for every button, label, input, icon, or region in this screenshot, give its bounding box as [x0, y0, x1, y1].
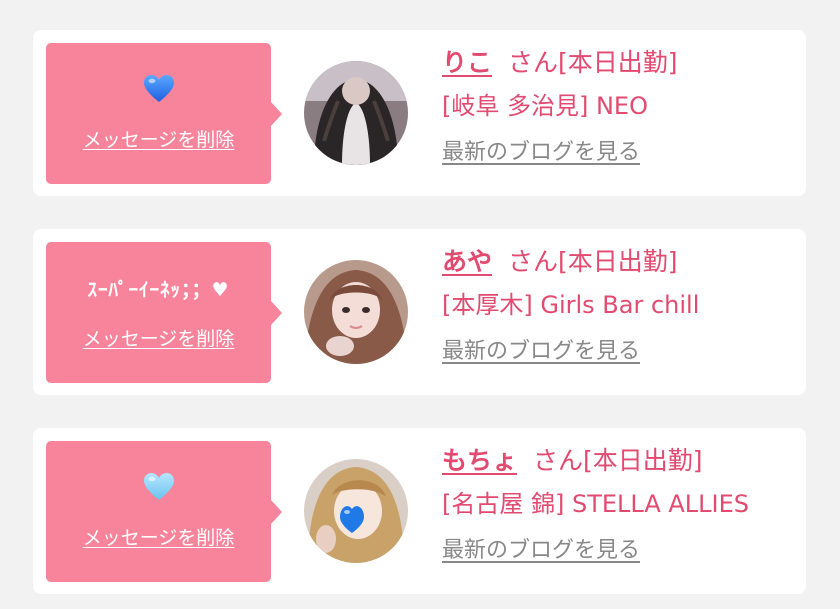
shop-name: [名古屋 錦] STELLA ALLIES [442, 490, 750, 518]
cast-info: りこ さん[本日出勤] [岐阜 多治見] NEO 最新のブログを見る [442, 45, 796, 168]
light-blue-heart-icon [143, 473, 174, 500]
message-content: ｽｰﾊﾟｰｲｰﾈｯ；；♥ [87, 278, 230, 301]
name-line: あや さん[本日出勤] [442, 244, 796, 280]
message-content [46, 471, 271, 503]
name-line: りこ さん[本日出勤] [442, 45, 796, 81]
blue-heart-icon [143, 75, 174, 102]
name-suffix: さん[本日出勤] [508, 48, 678, 77]
shop-name: [岐阜 多治見] NEO [442, 92, 648, 120]
avatar[interactable] [304, 459, 408, 563]
message-card: メッセージを削除 りこ さん[本日出勤] [岐阜 多治見] NEO 最新のブログを… [33, 30, 806, 196]
name-suffix: さん[本日出勤] [508, 247, 678, 276]
message-bubble: メッセージを削除 [46, 441, 282, 582]
delete-message-link[interactable]: メッセージを削除 [46, 523, 271, 550]
message-card: メッセージを削除 もちょ さん[本日出勤] [名古屋 錦] STELLA ALLI… [33, 428, 806, 594]
cast-info: あや さん[本日出勤] [本厚木] Girls Bar chill 最新のブログを… [442, 244, 796, 367]
name-line: もちょ さん[本日出勤] [442, 443, 796, 479]
cast-name-link[interactable]: りこ [442, 48, 492, 77]
cast-info: もちょ さん[本日出勤] [名古屋 錦] STELLA ALLIES 最新のブログ… [442, 443, 796, 566]
latest-blog-link[interactable]: 最新のブログを見る [442, 337, 640, 367]
latest-blog-link[interactable]: 最新のブログを見る [442, 138, 640, 168]
name-suffix: さん[本日出勤] [533, 446, 703, 475]
message-card: ｽｰﾊﾟｰｲｰﾈｯ；；♥ メッセージを削除 あや さん[本日出勤] [本厚木] G… [33, 229, 806, 395]
avatar[interactable] [304, 61, 408, 165]
message-bubble: ｽｰﾊﾟｰｲｰﾈｯ；；♥ メッセージを削除 [46, 242, 282, 383]
shop-name: [本厚木] Girls Bar chill [442, 291, 700, 319]
avatar[interactable] [304, 260, 408, 364]
latest-blog-link[interactable]: 最新のブログを見る [442, 536, 640, 566]
delete-message-link[interactable]: メッセージを削除 [46, 324, 271, 351]
delete-message-link[interactable]: メッセージを削除 [46, 125, 271, 152]
cast-name-link[interactable]: あや [442, 247, 492, 276]
cast-name-link[interactable]: もちょ [442, 446, 517, 475]
message-content [46, 73, 271, 105]
message-bubble: メッセージを削除 [46, 43, 282, 184]
